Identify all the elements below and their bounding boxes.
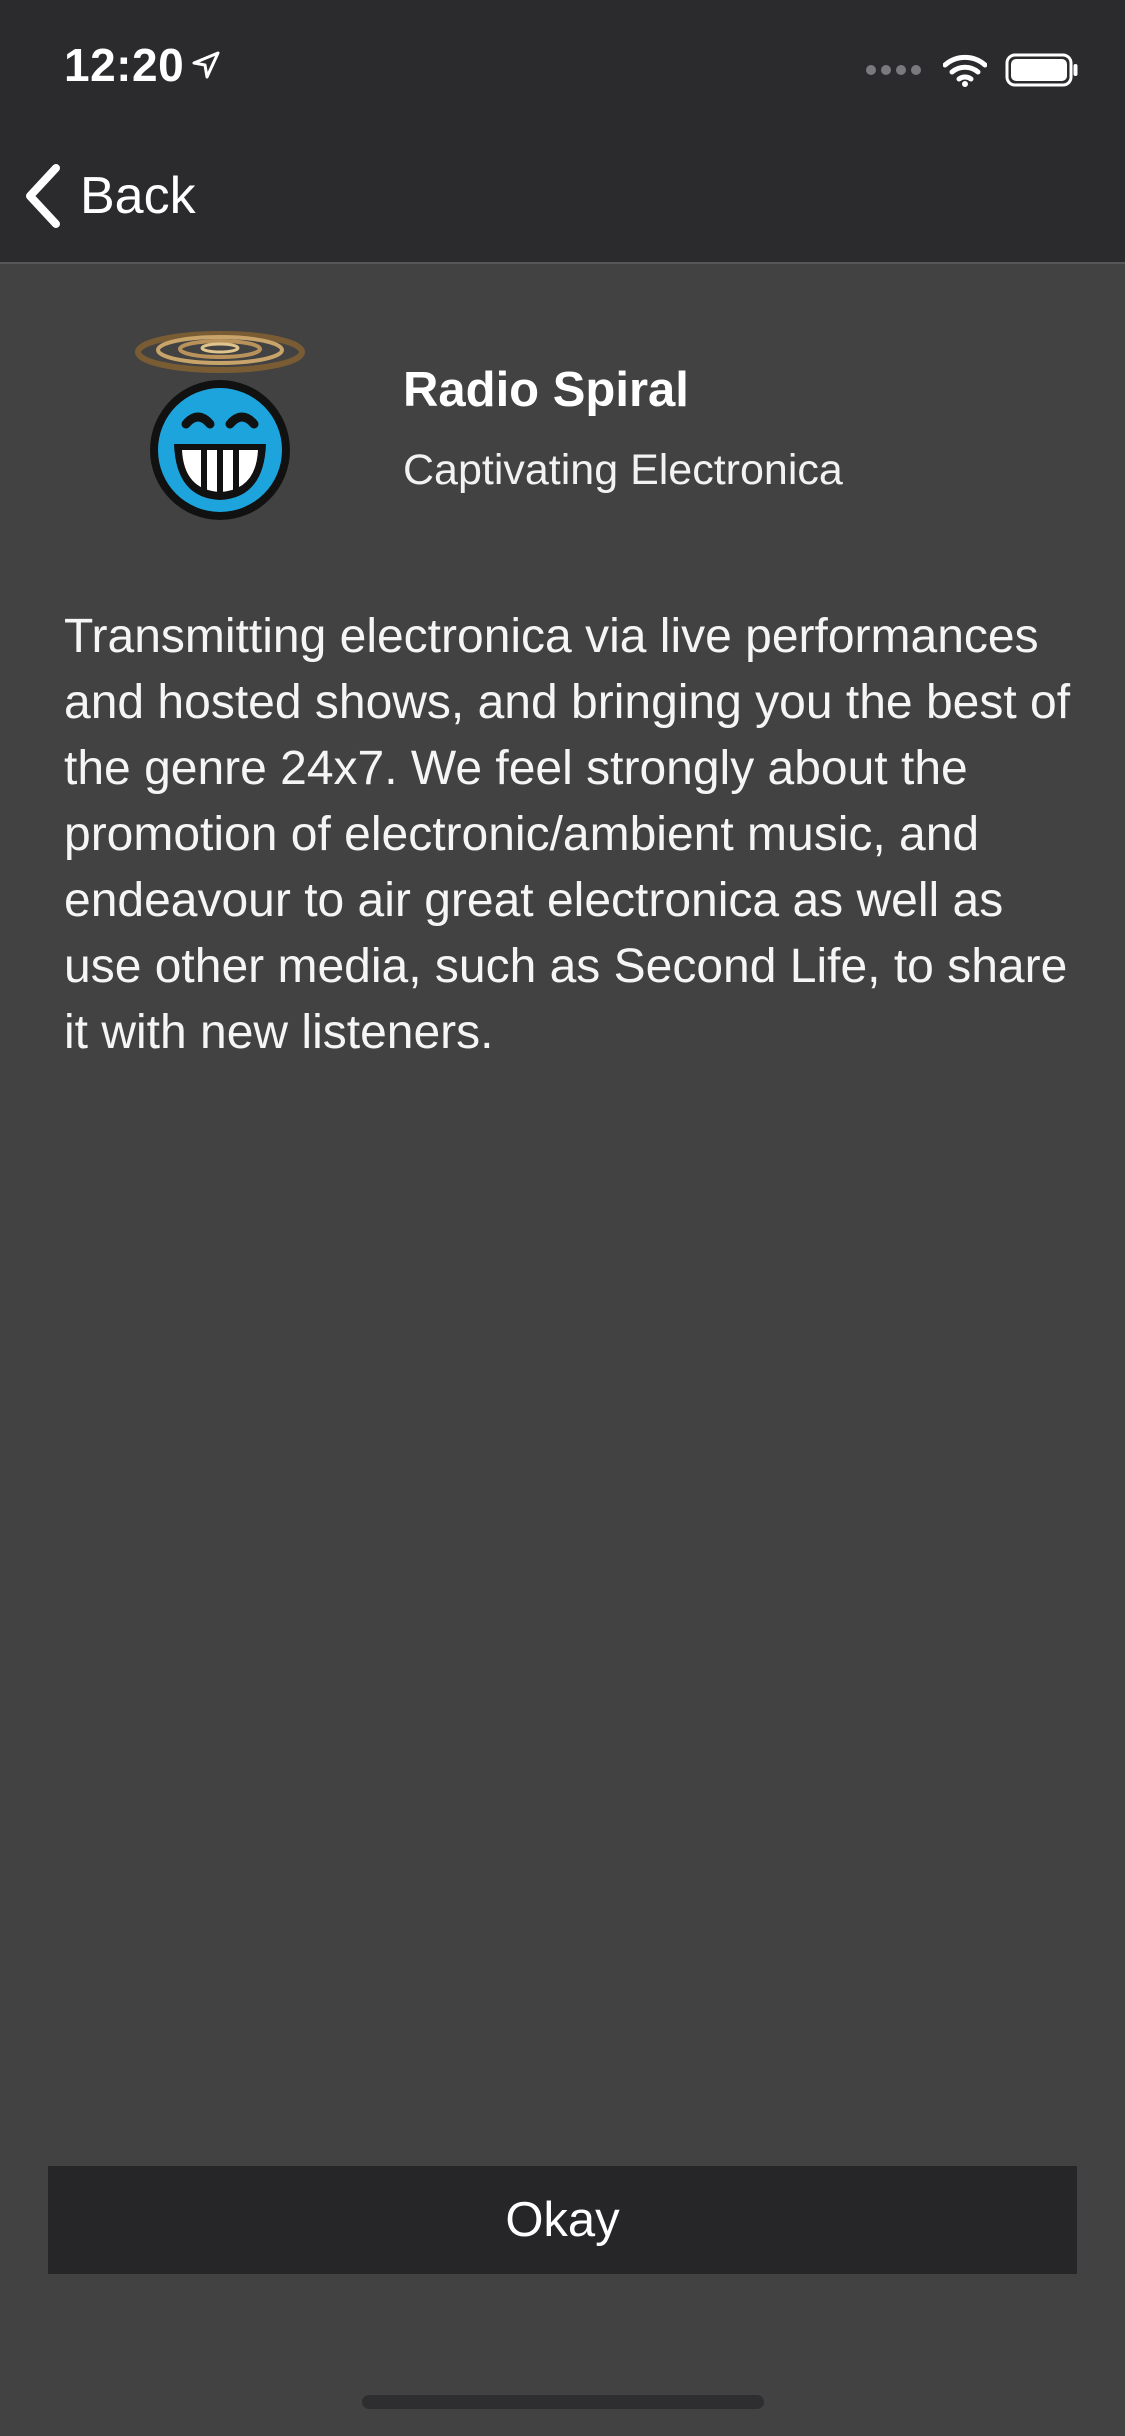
station-name: Radio Spiral bbox=[403, 363, 689, 417]
halo-grinning-face-logo bbox=[135, 331, 305, 520]
wifi-icon bbox=[943, 54, 987, 87]
chevron-left-icon bbox=[26, 164, 60, 228]
battery-icon bbox=[1005, 53, 1078, 87]
status-time-label: 12:20 bbox=[64, 39, 185, 91]
back-button[interactable]: Back bbox=[24, 164, 196, 228]
status-bar-indicators bbox=[863, 52, 1079, 88]
signal-dots-icon bbox=[863, 65, 923, 75]
grinning-face-icon bbox=[150, 380, 290, 520]
halo-icon bbox=[135, 331, 305, 373]
navigation-bar: 12:20 Back bbox=[0, 0, 1125, 264]
station-tagline: Captivating Electronica bbox=[403, 446, 843, 494]
location-arrow-icon bbox=[192, 51, 220, 79]
home-indicator[interactable] bbox=[362, 2395, 764, 2409]
back-button-label: Back bbox=[80, 167, 196, 225]
station-description: Transmitting electronica via live perfor… bbox=[64, 610, 1071, 1059]
okay-button[interactable]: Okay bbox=[48, 2166, 1077, 2274]
status-bar-time: 12:20 bbox=[64, 38, 220, 92]
